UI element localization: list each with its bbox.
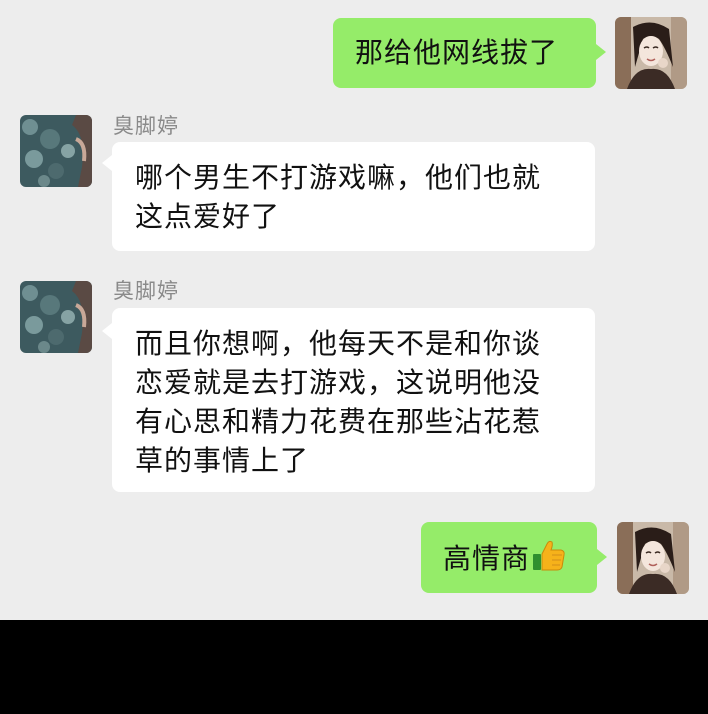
other-avatar[interactable] xyxy=(20,281,92,353)
message-line: 这点爱好了 xyxy=(135,200,281,233)
self-avatar[interactable] xyxy=(615,17,687,89)
bubble-tail xyxy=(596,44,606,60)
message-bubble-self[interactable]: 那给他网线拔了 xyxy=(333,18,596,88)
message-text: 那给他网线拔了 xyxy=(355,36,559,69)
message-line: 而且你想啊，他每天不是和你谈 xyxy=(135,327,542,360)
message-bubble-other[interactable]: 哪个男生不打游戏嘛，他们也就 这点爱好了 xyxy=(112,142,595,251)
message-bubble-other[interactable]: 而且你想啊，他每天不是和你谈 恋爱就是去打游戏，这说明他没 有心思和精力花费在那… xyxy=(112,308,595,492)
sender-name: 臭脚婷 xyxy=(113,279,179,303)
message-line: 有心思和精力花费在那些沾花惹 xyxy=(135,405,542,438)
other-avatar[interactable] xyxy=(20,115,92,187)
other-avatar-image xyxy=(20,281,92,353)
bubble-tail xyxy=(597,549,607,565)
message-line: 恋爱就是去打游戏，这说明他没 xyxy=(135,366,542,399)
chat-area: 那给他网线拔了 臭脚婷 哪个男生不打游戏嘛，他们也就 这点爱好了 臭脚婷 而且你… xyxy=(0,0,708,620)
message-line: 草的事情上了 xyxy=(135,444,310,477)
bubble-tail xyxy=(102,155,112,171)
sender-name: 臭脚婷 xyxy=(113,114,179,138)
message-bubble-self[interactable]: 高情商 xyxy=(421,522,597,593)
bubble-tail xyxy=(102,323,112,339)
other-avatar-image xyxy=(20,115,92,187)
bottom-black-bar xyxy=(0,620,708,714)
message-line: 哪个男生不打游戏嘛，他们也就 xyxy=(135,161,542,194)
message-text: 高情商 xyxy=(443,542,531,575)
self-avatar-image xyxy=(615,17,687,89)
self-avatar[interactable] xyxy=(617,522,689,594)
thumbs-up-icon xyxy=(532,538,566,572)
self-avatar-image xyxy=(617,522,689,594)
